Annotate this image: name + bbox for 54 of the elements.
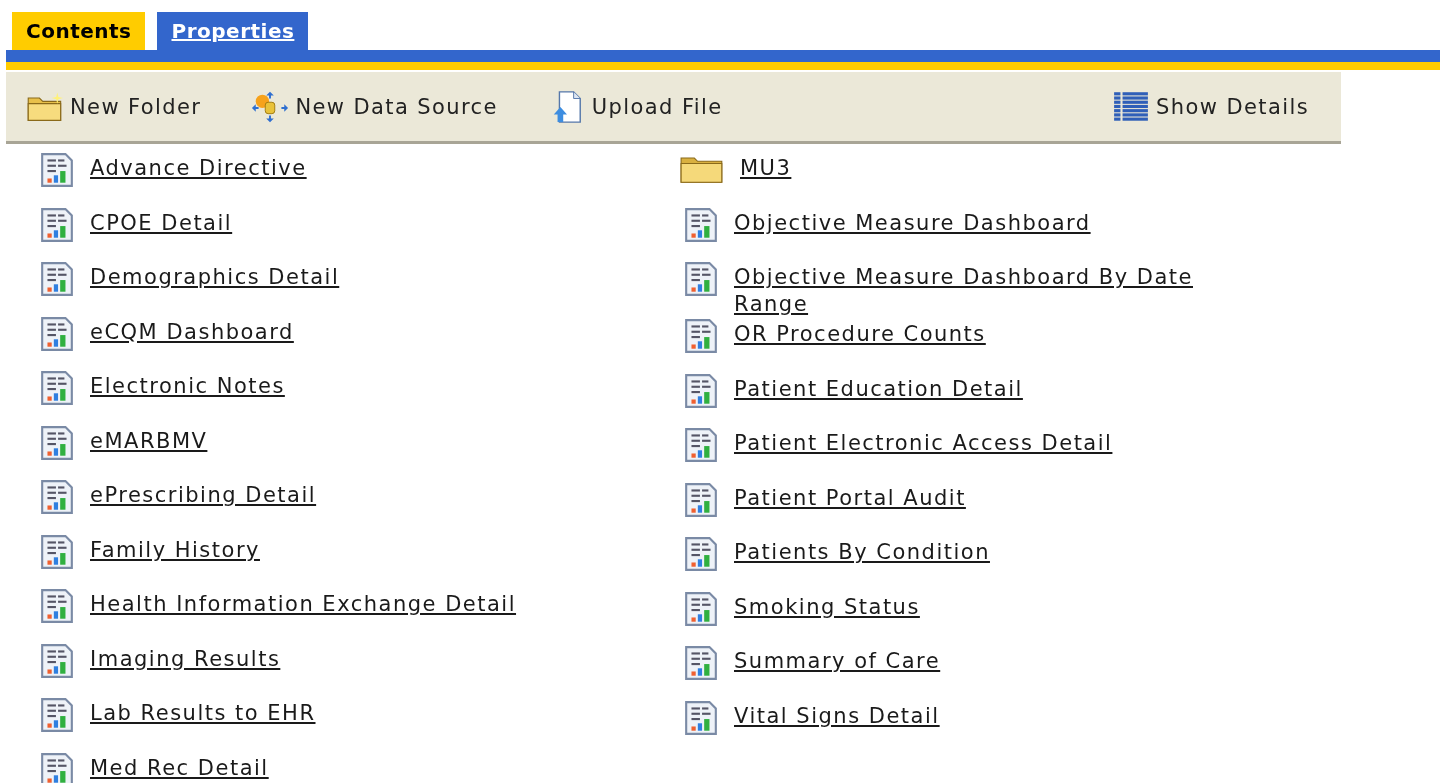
report-link[interactable]: Patient Electronic Access Detail bbox=[734, 430, 1113, 457]
report-link[interactable]: Med Rec Detail bbox=[90, 754, 269, 782]
report-icon bbox=[40, 642, 74, 679]
report-icon bbox=[40, 697, 74, 733]
report-icon bbox=[40, 588, 74, 624]
report-link[interactable]: Patients By Condition bbox=[734, 539, 990, 566]
report-icon bbox=[40, 206, 74, 243]
report-link[interactable]: Smoking Status bbox=[734, 593, 920, 621]
report-icon bbox=[684, 427, 718, 463]
report-link[interactable]: ePrescribing Detail bbox=[90, 482, 317, 509]
report-icon bbox=[684, 645, 718, 681]
report-icon bbox=[40, 424, 74, 461]
report-link[interactable]: Health Information Exchange Detail bbox=[90, 591, 517, 618]
report-link[interactable]: Summary of Care bbox=[734, 648, 941, 675]
report-icon bbox=[40, 479, 74, 515]
report-icon bbox=[684, 536, 718, 572]
report-link[interactable]: Advance Directive bbox=[90, 155, 307, 182]
upload-button[interactable]: Upload File bbox=[547, 89, 723, 124]
report-icon bbox=[40, 261, 74, 297]
new-data-source-button[interactable]: New Data Source bbox=[251, 89, 498, 124]
report-link[interactable]: Imaging Results bbox=[90, 645, 281, 673]
report-link[interactable]: Patient Portal Audit bbox=[734, 484, 966, 512]
report-link[interactable]: Vital Signs Detail bbox=[734, 702, 940, 730]
report-link[interactable]: Demographics Detail bbox=[90, 264, 340, 291]
new-folder-button[interactable]: New Folder bbox=[26, 89, 202, 124]
report-icon bbox=[684, 206, 718, 243]
report-link[interactable]: MU3 bbox=[740, 155, 792, 182]
report-link[interactable]: Objective Measure Dashboard By Date Range bbox=[734, 264, 1254, 318]
report-icon bbox=[40, 533, 74, 570]
report-icon bbox=[40, 370, 74, 406]
report-link[interactable]: eMARBMV bbox=[90, 427, 208, 455]
report-link[interactable]: Family History bbox=[90, 536, 260, 564]
report-icon bbox=[40, 315, 74, 352]
tab[interactable]: Properties bbox=[157, 12, 309, 50]
tab[interactable]: Contents bbox=[12, 12, 146, 50]
report-icon bbox=[684, 318, 718, 354]
report-link[interactable]: CPOE Detail bbox=[90, 209, 233, 237]
database-arrows-icon bbox=[251, 89, 290, 124]
report-icon bbox=[684, 590, 718, 627]
report-link[interactable]: Electronic Notes bbox=[90, 373, 285, 400]
report-link[interactable]: Patient Education Detail bbox=[734, 375, 1023, 403]
report-link[interactable]: Lab Results to EHR bbox=[90, 700, 316, 727]
report-link[interactable]: Objective Measure Dashboard bbox=[734, 209, 1091, 237]
details-button[interactable]: Show Details bbox=[1112, 89, 1309, 124]
report-link[interactable]: eCQM Dashboard bbox=[90, 318, 294, 346]
report-icon bbox=[40, 152, 74, 188]
folder-icon bbox=[680, 154, 724, 184]
report-link[interactable]: OR Procedure Counts bbox=[734, 321, 986, 348]
report-icon bbox=[684, 372, 718, 409]
report-icon bbox=[684, 481, 718, 518]
report-icon bbox=[684, 699, 718, 736]
report-icon bbox=[40, 751, 74, 783]
report-icon bbox=[684, 261, 718, 297]
details-list-icon bbox=[1112, 89, 1151, 124]
